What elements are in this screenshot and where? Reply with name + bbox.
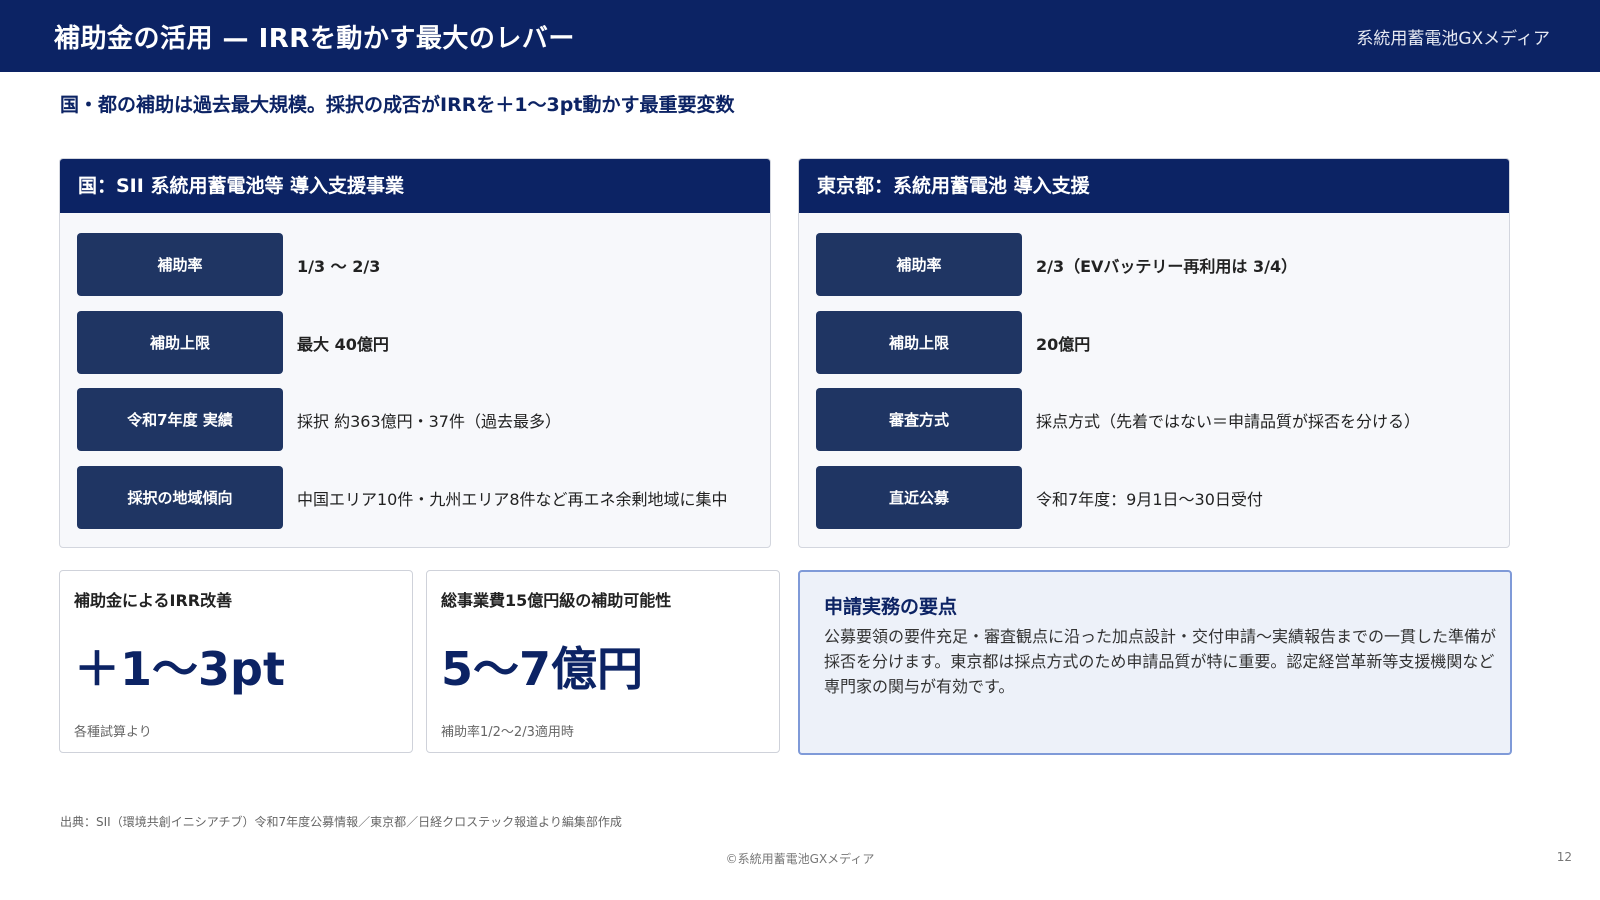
row-label: 採択の地域傾向 (77, 466, 283, 529)
panel-title: 東京都：系統用蓄電池 導入支援 (799, 159, 1509, 213)
info-row: 令和7年度 実績 採択 約363億円・37件（過去最多） (77, 388, 757, 452)
row-value: 令和7年度：9月1日〜30日受付 (1036, 489, 1263, 509)
info-row: 採択の地域傾向 中国エリア10件・九州エリア8件など再エネ余剰地域に集中 (77, 466, 757, 530)
row-label: 補助率 (77, 233, 283, 296)
info-row: 直近公募 令和7年度：9月1日〜30日受付 (816, 466, 1496, 530)
card-value: ＋1〜3pt (74, 642, 285, 696)
card-title: 総事業費15億円級の補助可能性 (441, 591, 672, 610)
page-subtitle: 国・都の補助は過去最大規模。採択の成否がIRRを＋1〜3pt動かす最重要変数 (60, 94, 735, 116)
info-row: 補助率 1/3 〜 2/3 (77, 233, 757, 297)
row-value: 最大 40億円 (297, 334, 389, 354)
irr-improvement-card: 補助金によるIRR改善 ＋1〜3pt 各種試算より (59, 570, 413, 753)
national-subsidy-panel: 国：SII 系統用蓄電池等 導入支援事業 補助率 1/3 〜 2/3 補助上限 … (59, 158, 771, 548)
card-note: 各種試算より (74, 725, 152, 740)
source-note: 出典：SII（環境共創イニシアチブ）令和7年度公募情報／東京都／日経クロステック… (60, 815, 622, 829)
row-value: 2/3（EVバッテリー再利用は 3/4） (1036, 256, 1298, 276)
row-value: 1/3 〜 2/3 (297, 256, 381, 276)
info-row: 補助上限 最大 40億円 (77, 311, 757, 375)
row-label: 直近公募 (816, 466, 1022, 529)
tokyo-subsidy-panel: 東京都：系統用蓄電池 導入支援 補助率 2/3（EVバッテリー再利用は 3/4）… (798, 158, 1510, 548)
row-value: 20億円 (1036, 334, 1091, 354)
header-bar: 補助金の活用 — IRRを動かす最大のレバー 系統用蓄電池GXメディア (0, 0, 1600, 72)
subsidy-potential-card: 総事業費15億円級の補助可能性 5〜7億円 補助率1/2〜2/3適用時 (426, 570, 780, 753)
panel-title: 国：SII 系統用蓄電池等 導入支援事業 (60, 159, 770, 213)
row-label: 補助率 (816, 233, 1022, 296)
info-row: 補助上限 20億円 (816, 311, 1496, 375)
info-row: 補助率 2/3（EVバッテリー再利用は 3/4） (816, 233, 1496, 297)
card-title: 補助金によるIRR改善 (74, 591, 233, 610)
footer-copyright: ©系統用蓄電池GXメディア (725, 852, 875, 866)
tips-title: 申請実務の要点 (824, 596, 958, 618)
row-value: 中国エリア10件・九州エリア8件など再エネ余剰地域に集中 (297, 489, 728, 509)
page-title: 補助金の活用 — IRRを動かす最大のレバー (54, 24, 575, 54)
row-label: 補助上限 (816, 311, 1022, 374)
card-value: 5〜7億円 (441, 642, 644, 696)
application-tips-box: 申請実務の要点 公募要領の要件充足・審査観点に沿った加点設計・交付申請〜実績報告… (798, 570, 1512, 755)
row-label: 補助上限 (77, 311, 283, 374)
tips-body: 公募要領の要件充足・審査観点に沿った加点設計・交付申請〜実績報告までの一貫した準… (824, 627, 1497, 696)
row-value: 採点方式（先着ではない＝申請品質が採否を分ける） (1036, 411, 1421, 431)
card-note: 補助率1/2〜2/3適用時 (441, 725, 574, 740)
row-value: 採択 約363億円・37件（過去最多） (297, 411, 561, 431)
page-number: 12 (1556, 850, 1572, 864)
row-label: 令和7年度 実績 (77, 388, 283, 451)
row-label: 審査方式 (816, 388, 1022, 451)
brand-name: 系統用蓄電池GXメディア (1356, 29, 1550, 49)
info-row: 審査方式 採点方式（先着ではない＝申請品質が採否を分ける） (816, 388, 1496, 452)
